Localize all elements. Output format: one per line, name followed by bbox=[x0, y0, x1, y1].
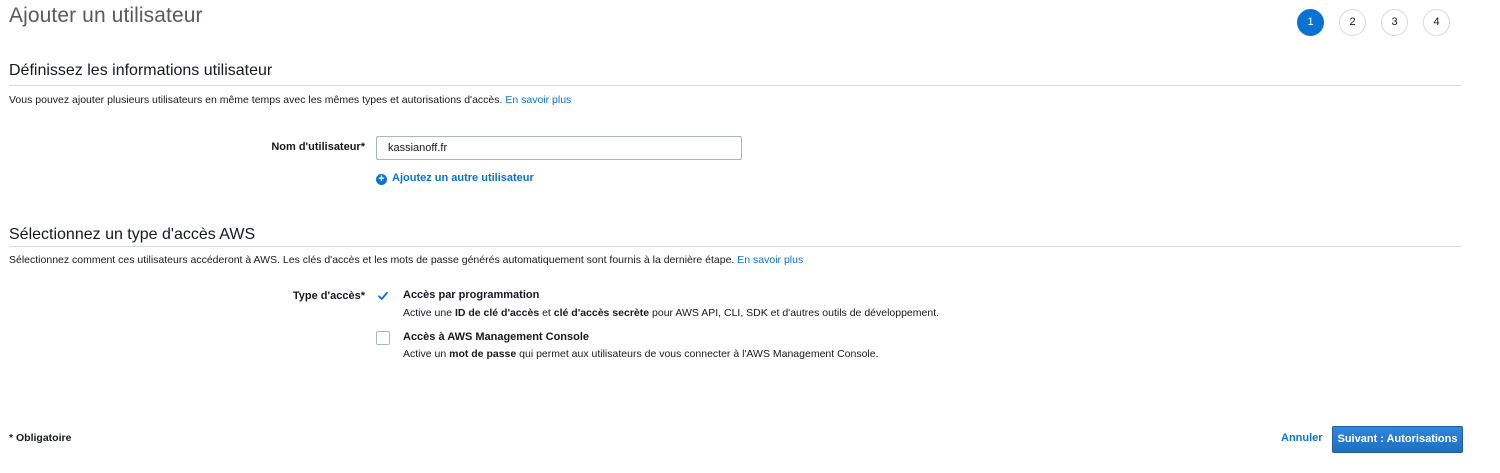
required-note: * Obligatoire bbox=[9, 432, 72, 444]
desc-text: Active un bbox=[403, 348, 450, 360]
username-input[interactable] bbox=[376, 136, 742, 160]
step-1-indicator[interactable]: 1 bbox=[1297, 9, 1324, 36]
programmatic-access-title: Accès par programmation bbox=[403, 289, 540, 301]
section-divider bbox=[9, 85, 1461, 86]
access-type-section-title: Sélectionnez un type d'accès AWS bbox=[9, 226, 256, 243]
cancel-button[interactable]: Annuler bbox=[1281, 432, 1323, 444]
step-2-indicator[interactable]: 2 bbox=[1339, 9, 1366, 36]
user-details-description: Vous pouvez ajouter plusieurs utilisateu… bbox=[9, 94, 571, 106]
programmatic-access-checkbox[interactable] bbox=[377, 289, 389, 301]
check-icon bbox=[378, 291, 388, 300]
next-permissions-button[interactable]: Suivant : Autorisations bbox=[1332, 426, 1463, 453]
section-divider bbox=[9, 246, 1461, 247]
plus-circle-icon: + bbox=[376, 174, 387, 185]
access-type-description: Sélectionnez comment ces utilisateurs ac… bbox=[9, 254, 803, 266]
desc-bold: clé d'accès secrète bbox=[553, 307, 650, 319]
console-access-title: Accès à AWS Management Console bbox=[403, 331, 590, 343]
learn-more-link[interactable]: En savoir plus bbox=[737, 254, 803, 266]
learn-more-link[interactable]: En savoir plus bbox=[505, 94, 571, 106]
desc-bold: ID de clé d'accès bbox=[454, 307, 540, 319]
user-details-description-text: Vous pouvez ajouter plusieurs utilisateu… bbox=[9, 94, 503, 106]
console-access-checkbox[interactable] bbox=[376, 331, 390, 345]
page-title: Ajouter un utilisateur bbox=[9, 4, 203, 27]
username-label: Nom d'utilisateur* bbox=[271, 141, 365, 153]
access-type-label: Type d'accès* bbox=[292, 290, 365, 302]
desc-bold: mot de passe bbox=[449, 348, 517, 360]
programmatic-access-description: Active une ID de clé d'accès et clé d'ac… bbox=[403, 307, 939, 319]
desc-text: Active une bbox=[403, 307, 455, 319]
add-another-user-label: Ajoutez un autre utilisateur bbox=[392, 172, 534, 184]
step-4-indicator[interactable]: 4 bbox=[1423, 9, 1450, 36]
desc-text: qui permet aux utilisateurs de vous conn… bbox=[516, 348, 879, 360]
desc-text: pour AWS API, CLI, SDK et d'autres outil… bbox=[649, 307, 940, 319]
console-access-description: Active un mot de passe qui permet aux ut… bbox=[403, 348, 879, 360]
add-another-user-link[interactable]: + Ajoutez un autre utilisateur bbox=[376, 172, 534, 185]
user-details-section-title: Définissez les informations utilisateur bbox=[9, 62, 273, 79]
step-3-indicator[interactable]: 3 bbox=[1381, 9, 1408, 36]
access-type-description-text: Sélectionnez comment ces utilisateurs ac… bbox=[9, 254, 735, 266]
desc-text: et bbox=[539, 307, 554, 319]
